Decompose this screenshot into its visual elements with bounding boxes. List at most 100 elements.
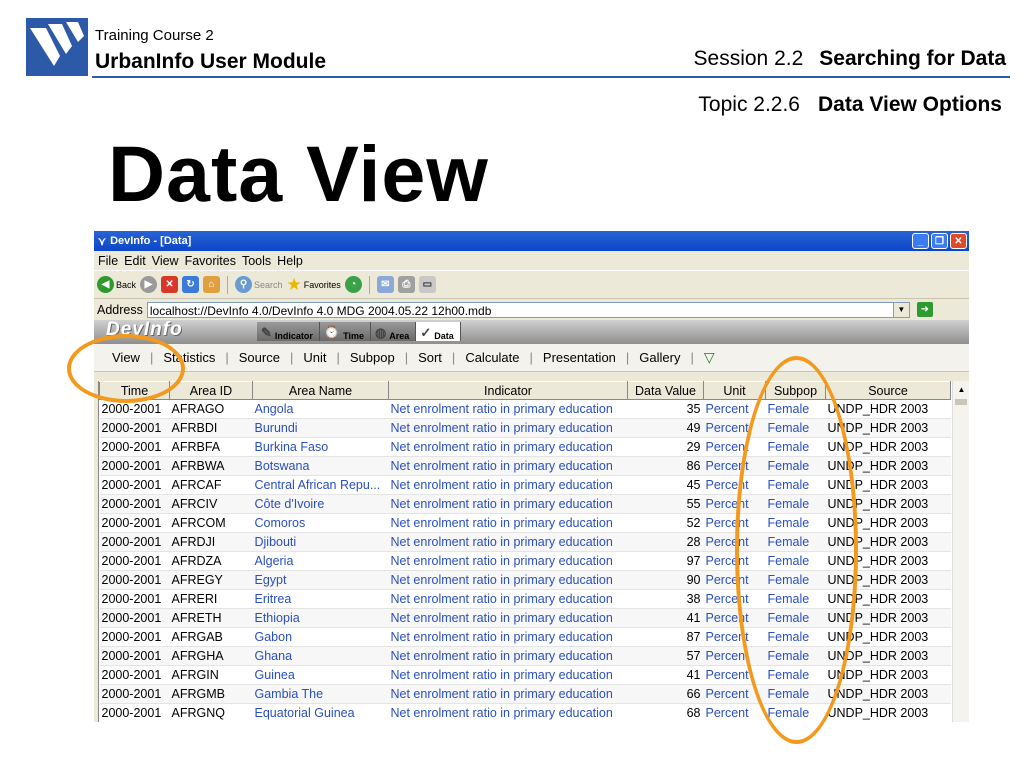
- back-arrow-icon: ◀: [97, 276, 114, 293]
- minimize-icon[interactable]: _: [912, 233, 929, 249]
- cell-data-value: 49: [627, 418, 704, 438]
- cell-area-name: Gabon: [252, 627, 389, 647]
- vertical-scrollbar[interactable]: ▲: [952, 381, 969, 722]
- topic-label: Topic 2.2.6: [698, 93, 800, 116]
- cell-indicator: Net enrolment ratio in primary education: [388, 589, 628, 609]
- cell-area-name: Ghana: [252, 646, 389, 666]
- cell-time: 2000-2001: [99, 703, 170, 722]
- back-button[interactable]: ◀ Back: [97, 276, 136, 293]
- cell-data-value: 29: [627, 437, 704, 457]
- cell-indicator: Net enrolment ratio in primary education: [388, 532, 628, 552]
- cell-time: 2000-2001: [99, 665, 170, 685]
- cell-area-name: Djibouti: [252, 532, 389, 552]
- column-header-data-value[interactable]: Data Value: [627, 381, 704, 400]
- topic-title: Data View Options: [818, 93, 1002, 116]
- cell-source: UNDP_HDR 2003: [825, 399, 951, 419]
- address-input[interactable]: localhost://DevInfo 4.0/DevInfo 4.0 MDG …: [146, 301, 910, 318]
- menu-file[interactable]: File: [98, 254, 118, 268]
- session-title: Searching for Data: [819, 47, 1006, 70]
- tab-area[interactable]: ◍ Area: [370, 322, 417, 341]
- cell-area-id: AFRGAB: [169, 627, 253, 647]
- cell-area-id: AFRDJI: [169, 532, 253, 552]
- session-label: Session 2.2: [693, 47, 804, 70]
- option-calculate[interactable]: Calculate: [465, 350, 519, 365]
- slide-title: Data View: [108, 129, 489, 218]
- cell-data-value: 66: [627, 684, 704, 704]
- address-label: Address: [97, 302, 143, 317]
- cell-time: 2000-2001: [99, 494, 170, 514]
- cell-area-id: AFREGY: [169, 570, 253, 590]
- cell-data-value: 52: [627, 513, 704, 533]
- window-title: DevInfo - [Data]: [110, 235, 192, 247]
- cell-indicator: Net enrolment ratio in primary education: [388, 551, 628, 571]
- cell-area-id: AFRCAF: [169, 475, 253, 495]
- filter-icon[interactable]: ▽: [704, 349, 715, 366]
- map-icon: ◍: [374, 325, 387, 340]
- option-separator: |: [625, 350, 630, 365]
- tab-time-label: Time: [343, 331, 364, 341]
- view-highlight-oval: [67, 334, 185, 403]
- refresh-icon[interactable]: ↻: [182, 276, 200, 293]
- tab-indicator[interactable]: ✎ Indicator: [257, 322, 320, 341]
- menu-view[interactable]: View: [152, 254, 179, 268]
- option-subpop[interactable]: Subpop: [350, 350, 395, 365]
- cell-data-value: 90: [627, 570, 704, 590]
- history-icon[interactable]: ◔: [344, 276, 362, 293]
- menu-edit[interactable]: Edit: [124, 254, 146, 268]
- home-icon[interactable]: ⌂: [203, 276, 221, 293]
- cell-time: 2000-2001: [99, 475, 170, 495]
- column-header-source[interactable]: Source: [825, 381, 951, 400]
- cell-area-id: AFRCOM: [169, 513, 253, 533]
- column-header-unit[interactable]: Unit: [703, 381, 766, 400]
- toolbar-separator: [368, 275, 370, 294]
- subpop-highlight-oval: [735, 356, 858, 744]
- option-source[interactable]: Source: [239, 350, 280, 365]
- forward-arrow-icon[interactable]: ▶: [140, 276, 158, 293]
- stop-icon[interactable]: ✕: [161, 276, 179, 293]
- cell-area-id: AFRGHA: [169, 646, 253, 666]
- menu-help[interactable]: Help: [277, 254, 303, 268]
- course-logo: [26, 18, 88, 76]
- go-arrow-icon[interactable]: ➜: [916, 302, 933, 317]
- menu-tools[interactable]: Tools: [242, 254, 271, 268]
- option-gallery[interactable]: Gallery: [639, 350, 680, 365]
- cell-indicator: Net enrolment ratio in primary education: [388, 494, 628, 514]
- search-button[interactable]: ⚲ Search: [235, 276, 283, 293]
- cell-indicator: Net enrolment ratio in primary education: [388, 608, 628, 628]
- column-header-area-id[interactable]: Area ID: [169, 381, 253, 400]
- scroll-thumb[interactable]: [955, 399, 967, 405]
- close-icon[interactable]: ✕: [950, 233, 967, 249]
- restore-icon[interactable]: ❐: [931, 233, 948, 249]
- cell-area-id: AFRDZA: [169, 551, 253, 571]
- favorites-button[interactable]: ★ Favorites: [287, 275, 341, 295]
- edit-icon[interactable]: ▭: [418, 276, 436, 293]
- cell-time: 2000-2001: [99, 646, 170, 666]
- cell-area-id: AFRGIN: [169, 665, 253, 685]
- print-icon[interactable]: ⎙: [397, 276, 415, 293]
- column-header-indicator[interactable]: Indicator: [388, 381, 628, 400]
- cell-indicator: Net enrolment ratio in primary education: [388, 703, 628, 722]
- clock-icon: ⌚: [323, 325, 341, 340]
- cell-area-name: Egypt: [252, 570, 389, 590]
- tab-indicator-label: Indicator: [274, 331, 313, 341]
- cell-data-value: 41: [627, 665, 704, 685]
- cell-time: 2000-2001: [99, 513, 170, 533]
- option-presentation[interactable]: Presentation: [543, 350, 616, 365]
- devinfo-header: DevInfo ✎ Indicator ⌚ Time ◍ Area ✓ Data: [94, 319, 969, 344]
- scroll-up-icon[interactable]: ▲: [953, 381, 969, 398]
- favorites-label: Favorites: [303, 279, 341, 290]
- chevron-down-icon[interactable]: ▼: [892, 302, 909, 317]
- topic-heading: Topic 2.2.6 Data View Options: [698, 93, 1002, 117]
- tab-time[interactable]: ⌚ Time: [319, 322, 371, 341]
- mail-icon[interactable]: ✉: [376, 276, 394, 293]
- cell-data-value: 38: [627, 589, 704, 609]
- cell-data-value: 97: [627, 551, 704, 571]
- cell-area-id: AFRCIV: [169, 494, 253, 514]
- cell-data-value: 35: [627, 399, 704, 419]
- cell-area-name: Botswana: [252, 456, 389, 476]
- tab-data[interactable]: ✓ Data: [416, 322, 461, 341]
- column-header-area-name[interactable]: Area Name: [252, 381, 389, 400]
- option-unit[interactable]: Unit: [303, 350, 326, 365]
- option-sort[interactable]: Sort: [418, 350, 442, 365]
- menu-favorites[interactable]: Favorites: [185, 254, 236, 268]
